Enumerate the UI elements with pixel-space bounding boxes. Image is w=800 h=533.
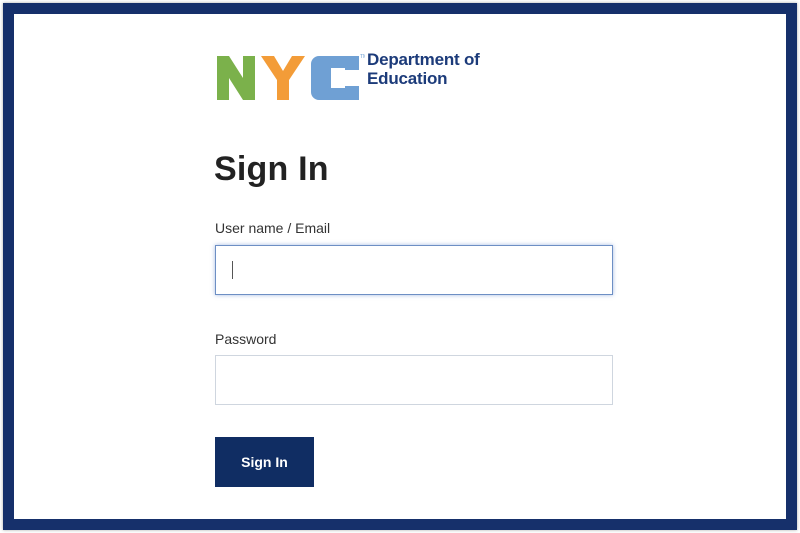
- text-cursor: [232, 261, 233, 279]
- page-frame: TM Department of Education Sign In User …: [3, 3, 797, 530]
- username-input[interactable]: [215, 245, 613, 295]
- password-label: Password: [215, 331, 277, 347]
- page-title: Sign In: [214, 150, 329, 188]
- nyc-doe-logo: TM Department of Education: [215, 50, 505, 102]
- logo-wordmark: Department of Education: [367, 50, 480, 88]
- logo-text-line2: Education: [367, 69, 448, 88]
- username-label: User name / Email: [215, 220, 331, 236]
- password-input[interactable]: [215, 355, 613, 405]
- nyc-logo-icon: TM: [217, 54, 365, 100]
- logo-text-line1: Department of: [367, 50, 480, 69]
- sign-in-button[interactable]: Sign In: [215, 437, 314, 487]
- svg-text:TM: TM: [360, 54, 365, 60]
